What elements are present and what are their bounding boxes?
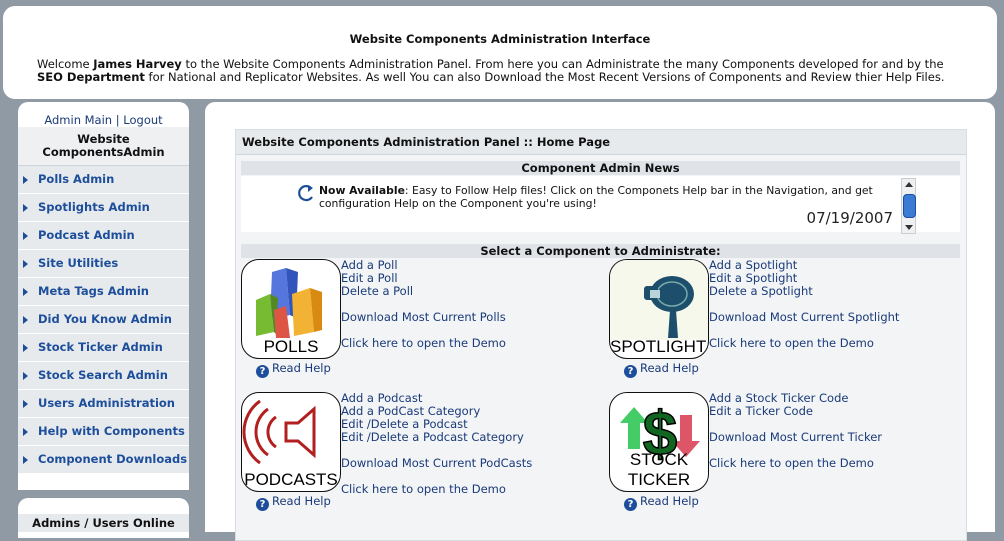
arrow-right-icon (23, 260, 28, 268)
news-date: 07/19/2007 (806, 209, 893, 227)
sidebar-item-help[interactable]: Help with Components (18, 418, 189, 446)
arrow-right-icon (23, 204, 28, 212)
sidebar-item-spotlights[interactable]: Spotlights Admin (18, 194, 189, 222)
admin-main-link[interactable]: Admin Main (44, 113, 112, 127)
ticker-demo-link[interactable]: Click here to open the Demo (709, 457, 882, 470)
refresh-icon (298, 185, 313, 202)
logout-link[interactable]: Logout (123, 113, 162, 127)
sidebar-item-users[interactable]: Users Administration (18, 390, 189, 418)
select-title: Select a Component to Administrate: (241, 244, 960, 258)
download-podcasts-link[interactable]: Download Most Current PodCasts (341, 457, 532, 470)
arrow-right-icon (23, 400, 28, 408)
polls-links: Add a Poll Edit a Poll Delete a Poll Dow… (341, 259, 506, 350)
header-box: Website Components Administration Interf… (3, 6, 997, 99)
sidebar-item-did-you-know[interactable]: Did You Know Admin (18, 306, 189, 334)
online-box: Admins / Users Online (18, 498, 189, 538)
help-icon: ? (624, 365, 637, 378)
polls-icon[interactable]: POLLS (241, 259, 341, 359)
delete-poll-link[interactable]: Delete a Poll (341, 285, 506, 298)
sidebar-item-polls[interactable]: Polls Admin (18, 166, 189, 194)
online-title: Admins / Users Online (18, 514, 189, 532)
main-content: Website Components Administration Panel … (205, 102, 995, 541)
podcasts-demo-link[interactable]: Click here to open the Demo (341, 483, 532, 496)
arrow-right-icon (23, 288, 28, 296)
ticker-help-link[interactable]: ? Read Help (624, 494, 699, 511)
stock-ticker-icon[interactable]: $ STOCK TICKER (609, 392, 709, 492)
arrow-right-icon (23, 428, 28, 436)
delete-spotlight-link[interactable]: Delete a Spotlight (709, 285, 899, 298)
news-text: Now Available: Easy to Follow Help files… (319, 184, 873, 210)
user-name: James Harvey (93, 57, 182, 71)
scroll-thumb[interactable] (903, 194, 916, 218)
arrow-right-icon (23, 372, 28, 380)
podcasts-help-link[interactable]: ? Read Help (256, 494, 331, 511)
news-scrollbar[interactable] (901, 178, 916, 234)
arrow-right-icon (23, 456, 28, 464)
podcasts-links: Add a Podcast Add a PodCast Category Edi… (341, 392, 532, 496)
sidebar-item-site-utilities[interactable]: Site Utilities (18, 250, 189, 278)
edit-ticker-link[interactable]: Edit a Ticker Code (709, 405, 882, 418)
spotlights-links: Add a Spotlight Edit a Spotlight Delete … (709, 259, 899, 350)
arrow-right-icon (23, 232, 28, 240)
bar-chart-icon (256, 268, 322, 338)
spotlight-icon (610, 260, 708, 340)
welcome-text: Welcome James Harvey to the Website Comp… (37, 57, 945, 84)
page-title: Website Components Administration Interf… (349, 32, 651, 46)
download-polls-link[interactable]: Download Most Current Polls (341, 311, 506, 324)
sidebar-item-podcast[interactable]: Podcast Admin (18, 222, 189, 250)
sidebar-item-stock-search[interactable]: Stock Search Admin (18, 362, 189, 390)
sidebar-title: Website ComponentsAdmin (18, 127, 189, 166)
admin-panel: Website Components Administration Panel … (235, 129, 967, 541)
help-icon: ? (256, 365, 269, 378)
edit-delete-category-link[interactable]: Edit /Delete a Podcast Category (341, 431, 532, 444)
download-ticker-link[interactable]: Download Most Current Ticker (709, 431, 882, 444)
arrow-right-icon (23, 176, 28, 184)
admin-links: Admin Main | Logout (44, 113, 163, 127)
sidebar-menu: Polls Admin Spotlights Admin Podcast Adm… (18, 166, 189, 474)
spotlights-help-link[interactable]: ? Read Help (624, 361, 699, 378)
spotlights-demo-link[interactable]: Click here to open the Demo (709, 337, 899, 350)
department-name: SEO Department (37, 70, 145, 84)
sidebar-item-stock-ticker[interactable]: Stock Ticker Admin (18, 334, 189, 362)
sidebar-item-meta-tags[interactable]: Meta Tags Admin (18, 278, 189, 306)
spotlights-icon[interactable]: SPOTLIGHTS (609, 259, 709, 359)
panel-title: Website Components Administration Panel … (236, 130, 966, 155)
news-box: Now Available: Easy to Follow Help files… (241, 176, 960, 234)
scroll-up-icon[interactable] (905, 182, 913, 187)
download-spotlight-link[interactable]: Download Most Current Spotlight (709, 311, 899, 324)
help-icon: ? (256, 498, 269, 511)
ticker-links: Add a Stock Ticker Code Edit a Ticker Co… (709, 392, 882, 470)
polls-help-link[interactable]: ? Read Help (256, 361, 331, 378)
sidebar: Admin Main | Logout Website ComponentsAd… (18, 102, 189, 490)
sidebar-item-downloads[interactable]: Component Downloads (18, 446, 189, 474)
podcasts-icon[interactable]: PODCASTS (241, 392, 341, 492)
arrow-right-icon (23, 344, 28, 352)
news-title: Component Admin News (241, 161, 960, 175)
help-icon: ? (624, 498, 637, 511)
arrow-right-icon (23, 316, 28, 324)
polls-demo-link[interactable]: Click here to open the Demo (341, 337, 506, 350)
speaker-icon (242, 399, 316, 465)
scroll-down-icon[interactable] (905, 225, 913, 230)
